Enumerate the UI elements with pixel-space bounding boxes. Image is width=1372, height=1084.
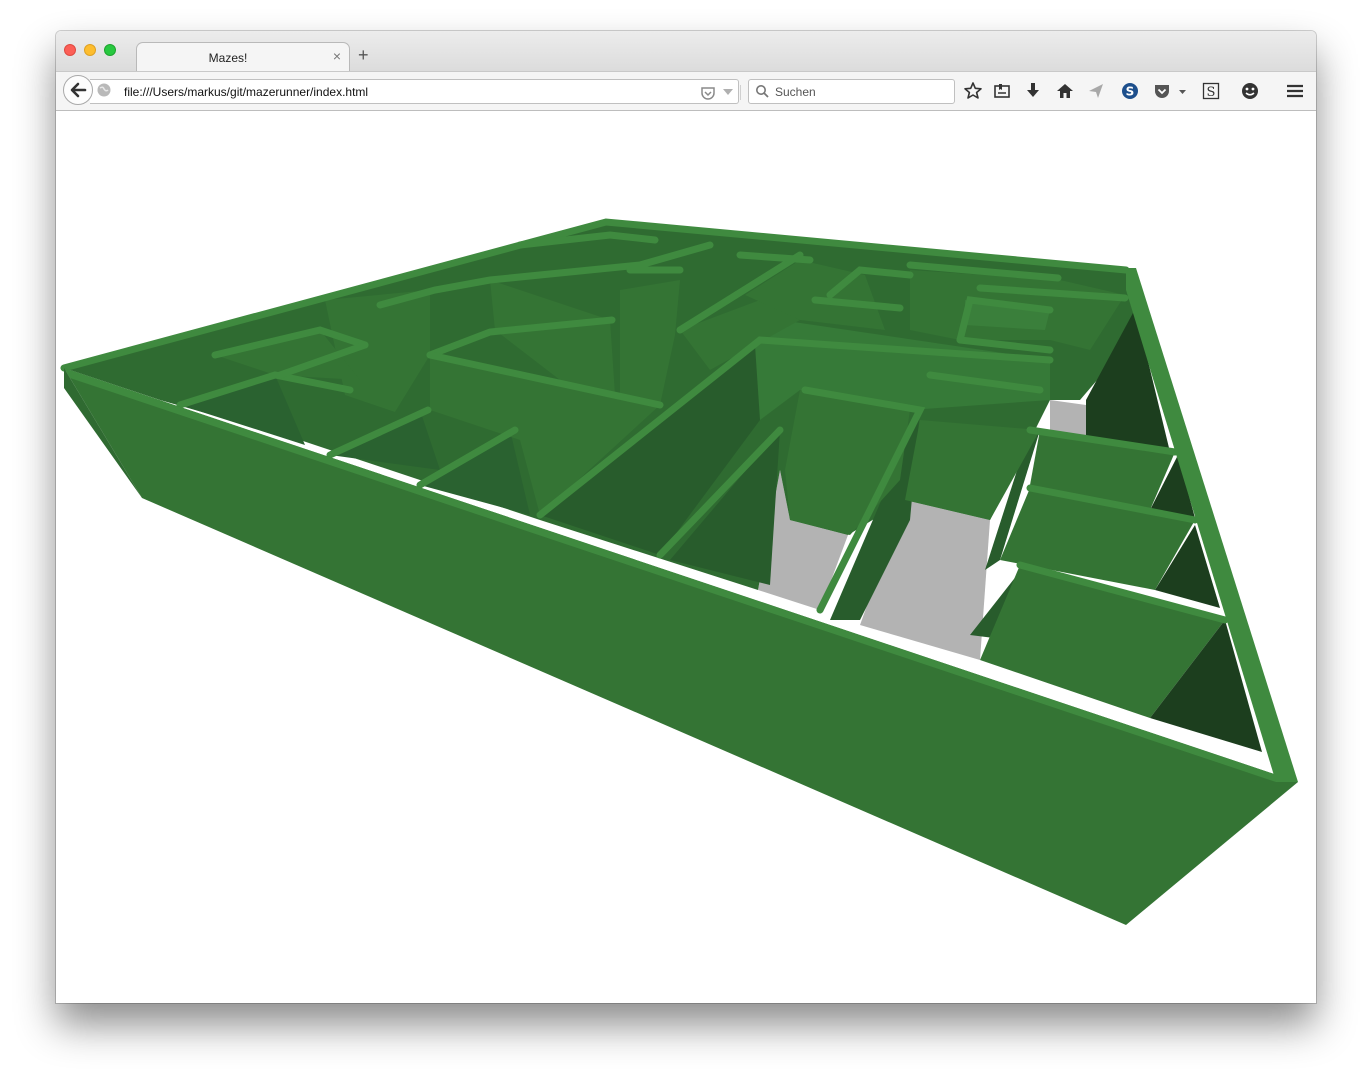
maze-3d-canvas[interactable] [56, 31, 1316, 1003]
page-content [56, 111, 1316, 1003]
browser-window: Mazes! × + file:///Users/markus/git/maze… [56, 31, 1316, 1003]
